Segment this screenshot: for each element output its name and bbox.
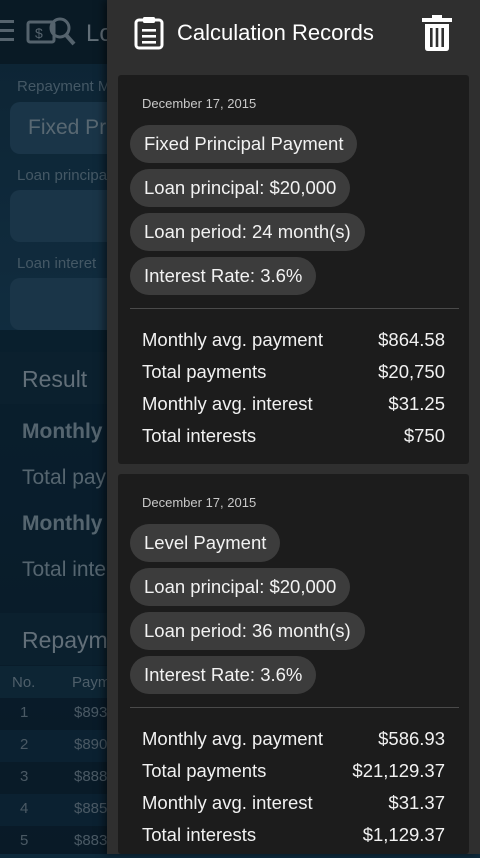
stat-value: $1,129.37 — [362, 824, 445, 845]
stat-label: Total payments — [142, 361, 267, 382]
divider — [130, 707, 459, 708]
stat-value: $31.25 — [388, 393, 445, 414]
stat-row: Total payments $20,750 — [142, 361, 445, 391]
stat-value: $20,750 — [378, 361, 445, 382]
record-card[interactable]: December 17, 2015 Level Payment Loan pri… — [118, 474, 469, 854]
stat-row: Total interests $1,129.37 — [142, 824, 445, 854]
stat-label: Monthly avg. interest — [142, 393, 313, 414]
stat-label: Total interests — [142, 425, 257, 446]
clipboard-icon — [134, 17, 164, 50]
stat-label: Total payments — [142, 760, 267, 781]
stat-label: Monthly avg. payment — [142, 329, 323, 350]
stat-row: Monthly avg. payment $864.58 — [142, 329, 445, 359]
drawer-header: Calculation Records — [107, 0, 480, 66]
stat-label: Monthly avg. payment — [142, 728, 323, 749]
stat-value: $864.58 — [378, 329, 445, 350]
stat-row: Total interests $750 — [142, 425, 445, 455]
divider — [130, 308, 459, 309]
stat-row: Total payments $21,129.37 — [142, 760, 445, 790]
stat-label: Monthly avg. interest — [142, 792, 313, 813]
stat-label: Total interests — [142, 824, 257, 845]
calculation-records-drawer: Calculation Records December 17, 2015 Fi… — [107, 0, 480, 854]
repayment-method-chip: Level Payment — [130, 524, 281, 562]
stat-value: $21,129.37 — [352, 760, 445, 781]
loan-principal-chip: Loan principal: $20,000 — [130, 568, 351, 606]
record-card[interactable]: December 17, 2015 Fixed Principal Paymen… — [118, 75, 469, 464]
stat-row: Monthly avg. interest $31.37 — [142, 792, 445, 822]
repayment-method-chip: Fixed Principal Payment — [130, 125, 358, 163]
interest-rate-chip: Interest Rate: 3.6% — [130, 656, 317, 694]
interest-rate-chip: Interest Rate: 3.6% — [130, 257, 317, 295]
loan-period-chip: Loan period: 36 month(s) — [130, 612, 365, 650]
stat-row: Monthly avg. interest $31.25 — [142, 393, 445, 423]
loan-period-chip: Loan period: 24 month(s) — [130, 213, 365, 251]
loan-principal-chip: Loan principal: $20,000 — [130, 169, 351, 207]
record-date: December 17, 2015 — [142, 495, 257, 510]
trash-icon[interactable] — [420, 14, 454, 52]
stat-value: $750 — [403, 425, 445, 446]
stat-value: $31.37 — [388, 792, 445, 813]
record-date: December 17, 2015 — [142, 96, 257, 111]
stat-row: Monthly avg. payment $586.93 — [142, 728, 445, 758]
stat-value: $586.93 — [378, 728, 445, 749]
drawer-title: Calculation Records — [177, 20, 374, 45]
